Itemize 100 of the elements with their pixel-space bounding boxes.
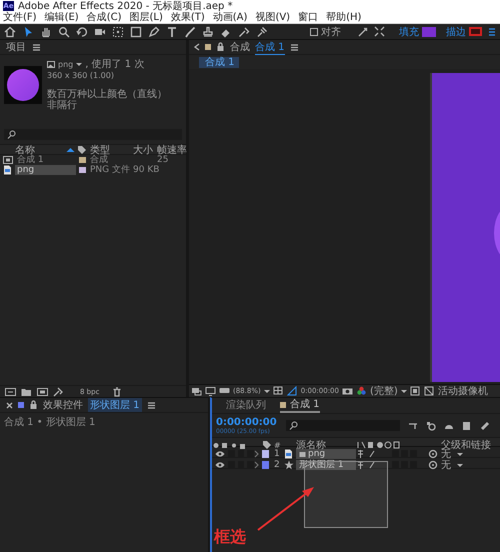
home-tool-icon[interactable] [4,26,16,38]
close-icon[interactable] [6,402,13,408]
menu-item[interactable]: 文件(F) [3,12,37,24]
search-field[interactable] [4,129,182,140]
align-label: 对齐 [321,26,341,38]
draft-3d-icon[interactable] [426,420,436,430]
menu-item[interactable]: 视图(V) [255,12,290,24]
resolution-dropdown[interactable]: (完整) [370,384,398,397]
footage-icon [299,450,306,458]
image-file-icon [284,449,293,459]
column-header: 类型 [89,144,111,156]
eye-icon[interactable] [215,450,225,458]
caret-icon[interactable] [264,388,270,394]
vr-headset-icon[interactable] [219,386,230,396]
stroke-width-icon [488,26,496,38]
solo-switch[interactable] [238,450,244,458]
pen-tool-icon[interactable] [148,26,160,38]
annotation-label: 框选 [214,528,246,546]
item-name[interactable]: png [15,165,76,175]
transparency-grid-icon[interactable] [424,386,435,396]
grid-icon[interactable] [272,386,284,396]
motion-blur-icon[interactable] [480,420,490,430]
pan-tool-icon[interactable] [112,26,124,38]
item-type: PNG 文件 [89,165,131,175]
snap-icon[interactable] [357,26,368,38]
roto-tool-icon[interactable] [238,26,250,38]
menu-item[interactable]: 图层(L) [129,12,163,24]
always-preview-icon[interactable] [191,386,202,396]
label-tag-icon [77,144,87,154]
caret-icon[interactable] [400,388,407,394]
composition-color-label [205,44,211,50]
lock-icon [29,400,38,410]
layer-name[interactable]: png [296,449,356,459]
delete-icon[interactable] [112,386,122,396]
stroke-color-swatch[interactable] [469,27,482,36]
switches-header-icon [212,440,248,450]
menu-item[interactable]: 帮助(H) [326,12,362,24]
rotate-tool-icon[interactable] [76,26,88,38]
composition-breadcrumb[interactable]: 合成 1 [199,56,239,68]
annotation-arrow [256,484,316,532]
stroke-label[interactable]: 描边 [446,24,466,38]
new-composition-icon[interactable] [37,386,48,396]
parent-dropdown[interactable]: 无 [441,458,500,472]
search-icon [7,130,16,139]
snap-options-icon[interactable] [374,26,385,37]
item-name[interactable]: 合成 1 [15,155,76,165]
menu-item[interactable]: 窗口 [298,12,318,24]
column-header: 源名称 [296,439,327,451]
menu-item[interactable]: 动画(A) [212,12,248,24]
layer-name[interactable]: 形状图层 1 [88,398,142,412]
interpret-footage-icon[interactable] [5,386,16,396]
type-tool-icon[interactable] [166,26,178,38]
composition-flowchart-icon[interactable] [408,420,418,430]
stamp-tool-icon[interactable] [202,26,214,38]
rectangle-tool-icon[interactable] [130,26,142,38]
image-file-icon [3,165,12,175]
snapshot-icon[interactable] [342,386,353,396]
zoom-tool-icon[interactable] [58,26,70,38]
hand-tool-icon[interactable] [40,26,52,38]
menu-item[interactable]: 编辑(E) [44,12,79,24]
align-checkbox[interactable] [310,28,318,36]
mask-visibility-icon[interactable] [286,386,298,396]
interlace-text: 非隔行 [47,100,78,111]
settings-icon[interactable] [53,386,63,396]
menu-item[interactable]: 合成(C) [86,12,122,24]
search-field[interactable] [286,420,400,431]
search-icon [288,421,298,430]
panel-tab[interactable]: 渲染队列 [226,399,266,412]
region-of-interest-icon[interactable] [410,386,421,396]
fill-label[interactable]: 填充 [399,24,419,38]
eye-icon[interactable] [215,461,225,469]
puppet-tool-icon[interactable] [256,26,268,38]
frame-blending-icon[interactable] [462,420,472,430]
column-header: 大小 [133,144,154,156]
layer-color-label[interactable] [262,461,269,469]
monitor-icon[interactable] [205,386,216,396]
composition-tab[interactable]: 合成 1 [255,40,285,54]
panel-tab[interactable]: 合成 1 [280,398,320,413]
current-time[interactable]: 0:00:00:00 [216,416,278,428]
camera-dropdown[interactable]: 活动摄像机 [438,384,488,397]
menu-item[interactable]: 效果(T) [170,12,205,24]
brush-tool-icon[interactable] [184,26,196,38]
menu-icon[interactable] [32,42,41,52]
item-size: 90 KB [133,165,157,175]
item-frame-rate: 25 [157,155,170,165]
label-color[interactable] [78,167,86,173]
fill-color-swatch[interactable] [422,26,436,36]
menu-icon[interactable] [146,400,156,410]
menu-icon[interactable] [290,42,299,52]
layer-color-label [18,402,24,408]
layer-color-label[interactable] [262,450,269,458]
lock-switch[interactable] [247,461,254,469]
lock-switch[interactable] [247,450,254,458]
layer-breadcrumb: 合成 1 • 形状图层 1 [0,412,208,431]
sort-icon[interactable] [65,146,76,152]
window-title: Adobe After Effects 2020 - 无标题项目.aep * [18,0,233,12]
expand-icon[interactable] [194,43,200,51]
caret-icon[interactable] [76,62,82,67]
label-color[interactable] [78,157,86,163]
star-icon [284,460,294,470]
